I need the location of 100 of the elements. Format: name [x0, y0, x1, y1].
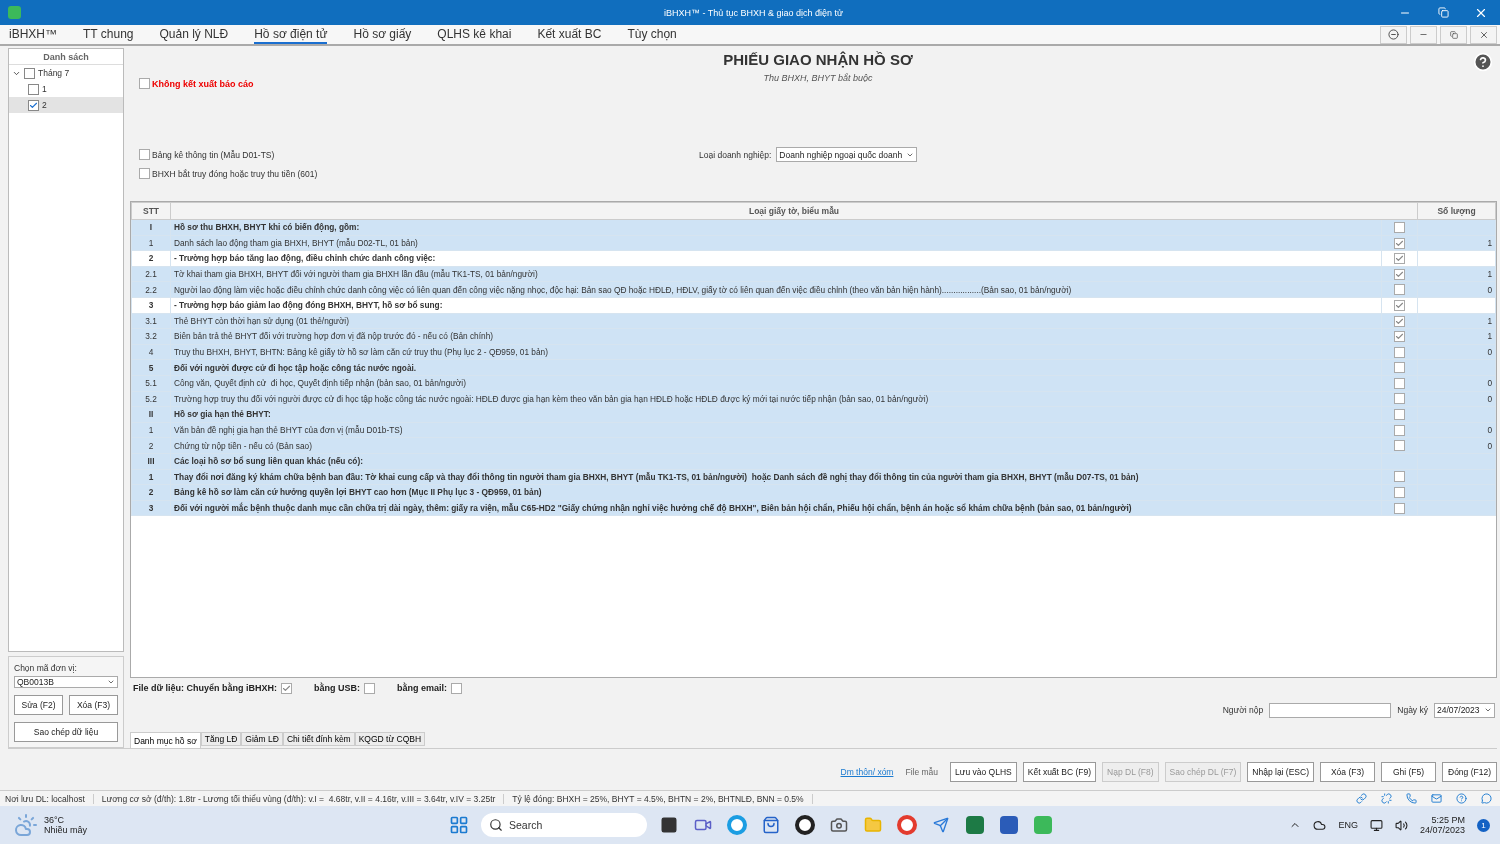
- toolbar-button[interactable]: Ghi (F5): [1381, 761, 1436, 782]
- checkbox[interactable]: [1394, 487, 1405, 499]
- tree-item[interactable]: 2: [9, 97, 123, 113]
- minus-circle-button[interactable]: [1380, 25, 1407, 44]
- stt-cell: II: [131, 406, 171, 423]
- spreadsheet-icon[interactable]: [963, 813, 987, 837]
- cloud-icon[interactable]: [1313, 818, 1327, 832]
- checkbox[interactable]: [1394, 409, 1405, 421]
- menu-tab[interactable]: iBHXH™: [9, 25, 57, 44]
- stt-cell: 4: [131, 344, 171, 360]
- toolbar-button[interactable]: Xóa (F3): [1320, 761, 1375, 782]
- volume-icon[interactable]: [1394, 818, 1408, 832]
- search-icon: [489, 818, 503, 832]
- chat-icon[interactable]: [1481, 793, 1492, 804]
- column-header: Số lượng: [1417, 202, 1496, 220]
- checkbox[interactable]: [1394, 502, 1405, 514]
- language-indicator[interactable]: ENG: [1338, 820, 1358, 830]
- template-label: File mẫu: [905, 766, 939, 777]
- clock[interactable]: 5:25 PM 24/07/2023: [1419, 815, 1465, 835]
- network-icon[interactable]: [1369, 818, 1383, 832]
- menu-tab[interactable]: Quản lý NLĐ: [159, 25, 229, 44]
- tree-item[interactable]: 1: [9, 81, 123, 97]
- checkbox[interactable]: [1394, 299, 1405, 311]
- menu-tab[interactable]: Kết xuất BC: [537, 25, 602, 44]
- form-tab[interactable]: Chi tiết đính kèm: [282, 732, 355, 746]
- stt-cell: III: [131, 453, 171, 469]
- transfer-label: bằng USB:: [314, 683, 361, 693]
- link-icon[interactable]: [1356, 793, 1367, 804]
- checkbox[interactable]: [1394, 268, 1405, 280]
- weather-icon[interactable]: [14, 813, 38, 837]
- checkbox-label: Không kết xuất báo cáo: [152, 78, 254, 89]
- unit-select[interactable]: QB0013B: [14, 676, 118, 688]
- notification-badge[interactable]: 1: [1477, 818, 1490, 832]
- window-title: iBHXH™ - Thủ tục BHXH & giao dịch điện tử: [663, 7, 844, 18]
- checkbox[interactable]: [1394, 253, 1405, 265]
- stt-cell: 2.1: [131, 266, 171, 282]
- checkbox[interactable]: [1394, 440, 1405, 452]
- circle-logo-icon[interactable]: [793, 813, 817, 837]
- checkbox[interactable]: [281, 682, 293, 694]
- checkbox[interactable]: [1394, 377, 1405, 389]
- browser-icon[interactable]: [725, 813, 749, 837]
- app-logo-icon: [8, 6, 21, 19]
- form-tab[interactable]: Tăng LĐ: [200, 732, 242, 746]
- phone-icon[interactable]: [1406, 793, 1417, 804]
- checkbox[interactable]: [139, 168, 150, 179]
- quantity-cell: 0: [1417, 437, 1496, 454]
- field-label: Người nộp: [1222, 705, 1264, 715]
- table-cell: Đối với người được cử đi học tập hoặc công tác nước ngoài.: [170, 359, 1382, 376]
- checkbox[interactable]: [1394, 237, 1405, 249]
- table-cell: Tờ khai tham gia BHXH, BHYT đối với người tham gia BHXH lần đầu (mẫu TK1-TS, 01 bản/người): [170, 266, 1382, 282]
- checkbox[interactable]: [139, 78, 150, 89]
- menu-tab[interactable]: Hồ sơ điện tử: [254, 25, 328, 44]
- checkbox[interactable]: [1394, 424, 1405, 436]
- stt-cell: 1: [131, 235, 171, 251]
- checkbox[interactable]: [28, 83, 39, 95]
- table-cell: Danh sách lao động tham gia BHXH, BHYT (mẫu D02-TL, 01 bản): [170, 235, 1382, 251]
- form-tab[interactable]: Giảm LĐ: [241, 732, 283, 746]
- document-icon[interactable]: [997, 813, 1021, 837]
- checkbox[interactable]: [1394, 331, 1405, 343]
- menu-tab[interactable]: Hồ sơ giấy: [353, 25, 412, 44]
- form-tab[interactable]: KQGD từ CQBH: [354, 732, 426, 746]
- app-icon[interactable]: [1031, 813, 1055, 837]
- action-button[interactable]: Sửa (F2): [14, 695, 63, 715]
- checkbox[interactable]: [1394, 393, 1405, 405]
- checkbox[interactable]: [364, 682, 376, 694]
- checkbox[interactable]: [1394, 221, 1405, 233]
- checkbox[interactable]: [24, 67, 35, 79]
- checkbox[interactable]: [28, 99, 39, 111]
- toolbar-button[interactable]: Nhập lại (ESC): [1247, 761, 1314, 782]
- mail-icon[interactable]: [1431, 793, 1442, 804]
- checkbox[interactable]: [1394, 362, 1405, 374]
- checkbox[interactable]: [1394, 346, 1405, 358]
- close-button[interactable]: [1470, 25, 1497, 44]
- villages-link[interactable]: Dm thôn/ xóm: [840, 766, 894, 777]
- close-icon: [1478, 29, 1489, 40]
- copy-data-button[interactable]: Sao chép dữ liệu: [14, 722, 118, 742]
- business-type-select[interactable]: Doanh nghiệp ngoại quốc doanh: [776, 147, 918, 162]
- tree-item[interactable]: Tháng 7: [9, 65, 123, 81]
- submitter-field[interactable]: [1269, 702, 1392, 718]
- menu-tab[interactable]: TT chung: [83, 25, 134, 44]
- toolbar-button[interactable]: Đóng (F12): [1442, 761, 1497, 782]
- unlink-icon[interactable]: [1381, 793, 1392, 804]
- checkbox[interactable]: [1394, 315, 1405, 327]
- menu-tab[interactable]: Tùy chọn: [627, 25, 677, 44]
- checkbox[interactable]: [139, 149, 150, 160]
- stt-cell: 3.1: [131, 313, 171, 329]
- date-select[interactable]: 24/07/2023: [1434, 702, 1495, 718]
- checkbox-label: Bảng kê thông tin (Mẫu D01-TS): [152, 149, 275, 160]
- restore-icon: [1437, 7, 1449, 18]
- checkbox[interactable]: [1394, 471, 1405, 483]
- search-field[interactable]: Search: [481, 813, 647, 837]
- menu-tab[interactable]: QLHS kê khai: [437, 25, 512, 44]
- checkbox[interactable]: [451, 682, 463, 694]
- toolbar-button[interactable]: Kết xuất BC (F9): [1022, 761, 1097, 782]
- quantity-cell: 0: [1417, 281, 1496, 298]
- checkbox[interactable]: [1394, 284, 1405, 296]
- browser-icon[interactable]: [895, 813, 919, 837]
- restore-button[interactable]: [1440, 25, 1467, 44]
- toolbar-button[interactable]: Lưu vào QLHS: [950, 761, 1017, 782]
- action-button[interactable]: Xóa (F3): [69, 695, 118, 715]
